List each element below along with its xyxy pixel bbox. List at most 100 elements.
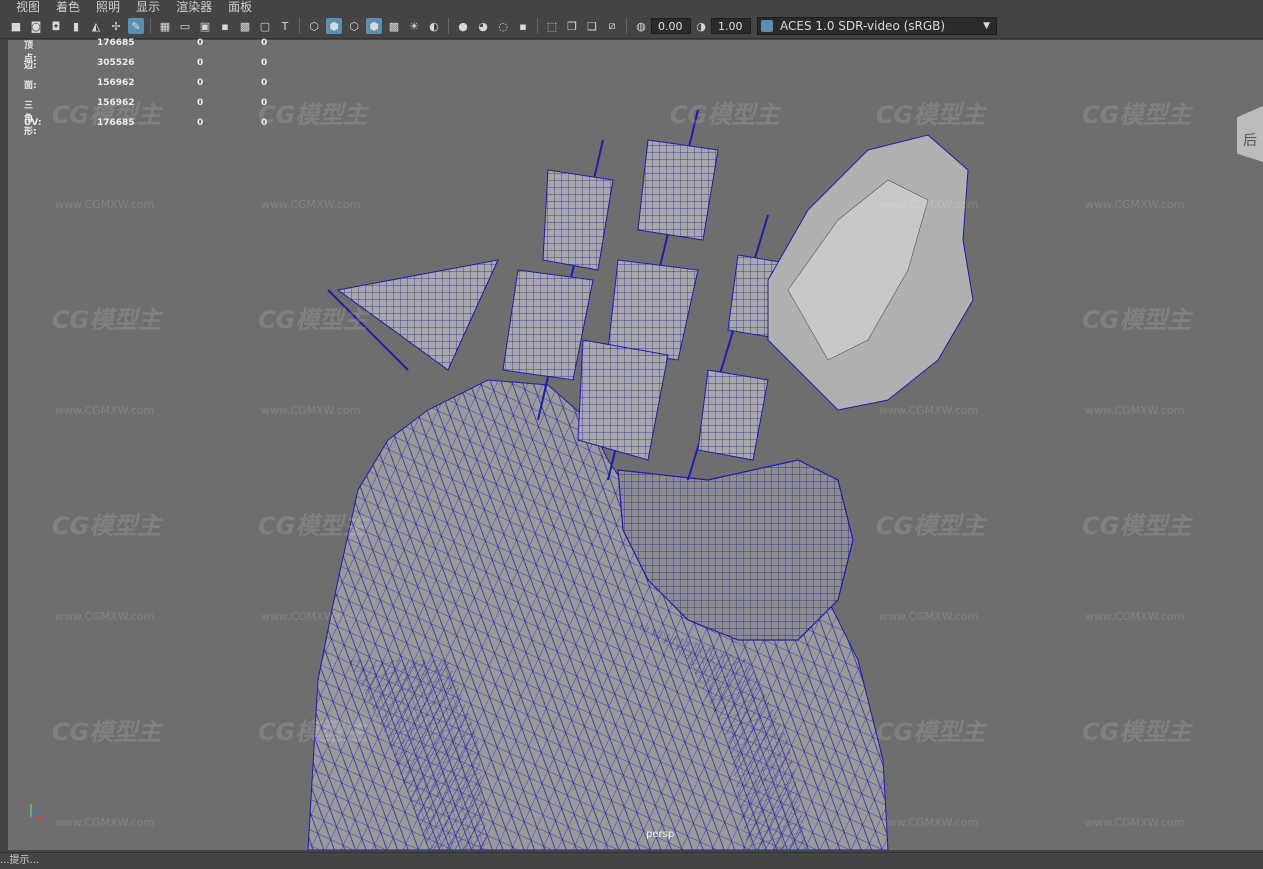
motion-blur-icon[interactable]: ◕ [475, 18, 491, 34]
status-bar: ...提示... [0, 852, 1263, 868]
toolbar-separator [626, 18, 627, 34]
grid-icon[interactable]: ▦ [157, 18, 173, 34]
watermark-url: www.CGMXW.com [879, 610, 979, 623]
gamma-field[interactable]: 1.00 [711, 18, 751, 34]
xray-joints-icon[interactable]: ❐ [564, 18, 580, 34]
hud-value: 305526 [97, 58, 135, 68]
ambient-occlusion-icon[interactable]: ● [455, 18, 471, 34]
watermark-url: www.CGMXW.com [55, 610, 155, 623]
depth-of-field-icon[interactable]: ▪ [515, 18, 531, 34]
hud-value: 0 [197, 58, 204, 68]
watermark-url: www.CGMXW.com [1085, 610, 1185, 623]
hud-value: 0 [261, 78, 268, 88]
watermark-logo: CG模型主 [1082, 512, 1192, 540]
hud-value: 0 [197, 118, 204, 128]
gate-mask-icon[interactable]: ▪ [217, 18, 233, 34]
watermark-url: www.CGMXW.com [55, 404, 155, 417]
watermark-url: www.CGMXW.com [261, 610, 361, 623]
safe-action-icon[interactable]: ▢ [257, 18, 273, 34]
hud-value: 156962 [97, 78, 135, 88]
isolate-select-icon[interactable]: ⬚ [544, 18, 560, 34]
hud-value: 176685 [97, 118, 135, 128]
3d-viewport[interactable]: 后 [8, 40, 1263, 850]
watermark-logo: CG模型主 [52, 306, 162, 334]
toolbar-separator [448, 18, 449, 34]
watermark-url: www.CGMXW.com [1085, 404, 1185, 417]
watermark-logo: CG模型主 [876, 101, 986, 129]
camera-attr-icon[interactable]: ◙ [28, 18, 44, 34]
watermark-url: www.CGMXW.com [1085, 816, 1185, 829]
color-space-select[interactable]: ACES 1.0 SDR-video (sRGB) ▼ [757, 17, 997, 35]
hud-value: 0 [197, 78, 204, 88]
menu-bar: 视图 着色 照明 显示 渲染器 面板 [0, 0, 1263, 14]
watermark-logo: CG模型主 [258, 306, 368, 334]
menu-view[interactable]: 视图 [0, 0, 48, 14]
watermark-logo: CG模型主 [258, 512, 368, 540]
grid-transform-icon[interactable]: ◭ [88, 18, 104, 34]
watermark-logo: CG模型主 [52, 718, 162, 746]
gamma-icon: ◑ [696, 19, 706, 33]
xray-active-icon[interactable]: ❏ [584, 18, 600, 34]
move-icon[interactable]: ✢ [108, 18, 124, 34]
menu-renderer[interactable]: 渲染器 [168, 0, 220, 14]
toolbar-separator [150, 18, 151, 34]
hud-value: 176685 [97, 38, 135, 48]
bookmark-icon[interactable]: ◘ [48, 18, 64, 34]
camera-icon[interactable]: ■ [8, 18, 24, 34]
watermark-url: www.CGMXW.com [879, 404, 979, 417]
hud-value: 156962 [97, 98, 135, 108]
lighting-icon[interactable]: ☀ [406, 18, 422, 34]
textured-icon[interactable]: ▩ [386, 18, 402, 34]
hud-label: UV: [24, 118, 42, 128]
hud-label: 边: [24, 61, 37, 71]
watermark-logo: CG模型主 [876, 512, 986, 540]
hud-value: 0 [261, 118, 268, 128]
hud-value: 0 [261, 38, 268, 48]
menu-show[interactable]: 显示 [128, 0, 168, 14]
resolution-gate-icon[interactable]: ▣ [197, 18, 213, 34]
hud-value: 0 [197, 38, 204, 48]
chevron-down-icon: ▼ [983, 21, 990, 31]
watermark-logo: CG模型主 [670, 101, 780, 129]
smooth-shade-icon[interactable]: ⬢ [326, 18, 342, 34]
exposure-icon: ◍ [636, 19, 646, 33]
axis-gizmo-icon [30, 804, 45, 819]
exposure-field[interactable]: 0.00 [651, 18, 691, 34]
watermark-url: www.CGMXW.com [1085, 198, 1185, 211]
image-plane-icon[interactable]: ▮ [68, 18, 84, 34]
hud-label: 面: [24, 81, 37, 91]
shadows-icon[interactable]: ◐ [426, 18, 442, 34]
status-text: ...提示... [0, 855, 40, 866]
watermark-url: www.CGMXW.com [261, 404, 361, 417]
hud-value: 0 [261, 98, 268, 108]
toolbar-separator [537, 18, 538, 34]
menu-lighting[interactable]: 照明 [88, 0, 128, 14]
watermark-logo: CG模型主 [1082, 101, 1192, 129]
watermark-logo: CG模型主 [258, 101, 368, 129]
backface-icon[interactable]: ⧄ [604, 18, 620, 34]
color-space-value: ACES 1.0 SDR-video (sRGB) [780, 19, 946, 33]
field-chart-icon[interactable]: ▩ [237, 18, 253, 34]
watermark-logo: CG模型主 [1082, 306, 1192, 334]
hud-value: 0 [261, 58, 268, 68]
menu-shading[interactable]: 着色 [48, 0, 88, 14]
wireframe-icon[interactable]: ⬡ [306, 18, 322, 34]
color-management-icon[interactable] [761, 20, 773, 32]
multisample-icon[interactable]: ◌ [495, 18, 511, 34]
wireframe-on-shaded-icon[interactable]: ⬡ [346, 18, 362, 34]
safe-title-icon[interactable]: T [277, 18, 293, 34]
watermark-logo: CG模型主 [1082, 718, 1192, 746]
watermark-logo: CG模型主 [258, 718, 368, 746]
watermark-logo: CG模型主 [52, 512, 162, 540]
camera-name: persp [646, 829, 675, 840]
menu-panels[interactable]: 面板 [220, 0, 260, 14]
view-cube-label: 后 [1243, 133, 1257, 149]
pencil-icon[interactable]: ✎ [128, 18, 144, 34]
wireframe-model [307, 109, 974, 850]
film-gate-icon[interactable]: ▭ [177, 18, 193, 34]
hud-value: 0 [197, 98, 204, 108]
xray-icon[interactable]: ⬢ [366, 18, 382, 34]
watermark-url: www.CGMXW.com [55, 816, 155, 829]
watermark-logo: CG模型主 [876, 718, 986, 746]
watermark-url: www.CGMXW.com [261, 198, 361, 211]
